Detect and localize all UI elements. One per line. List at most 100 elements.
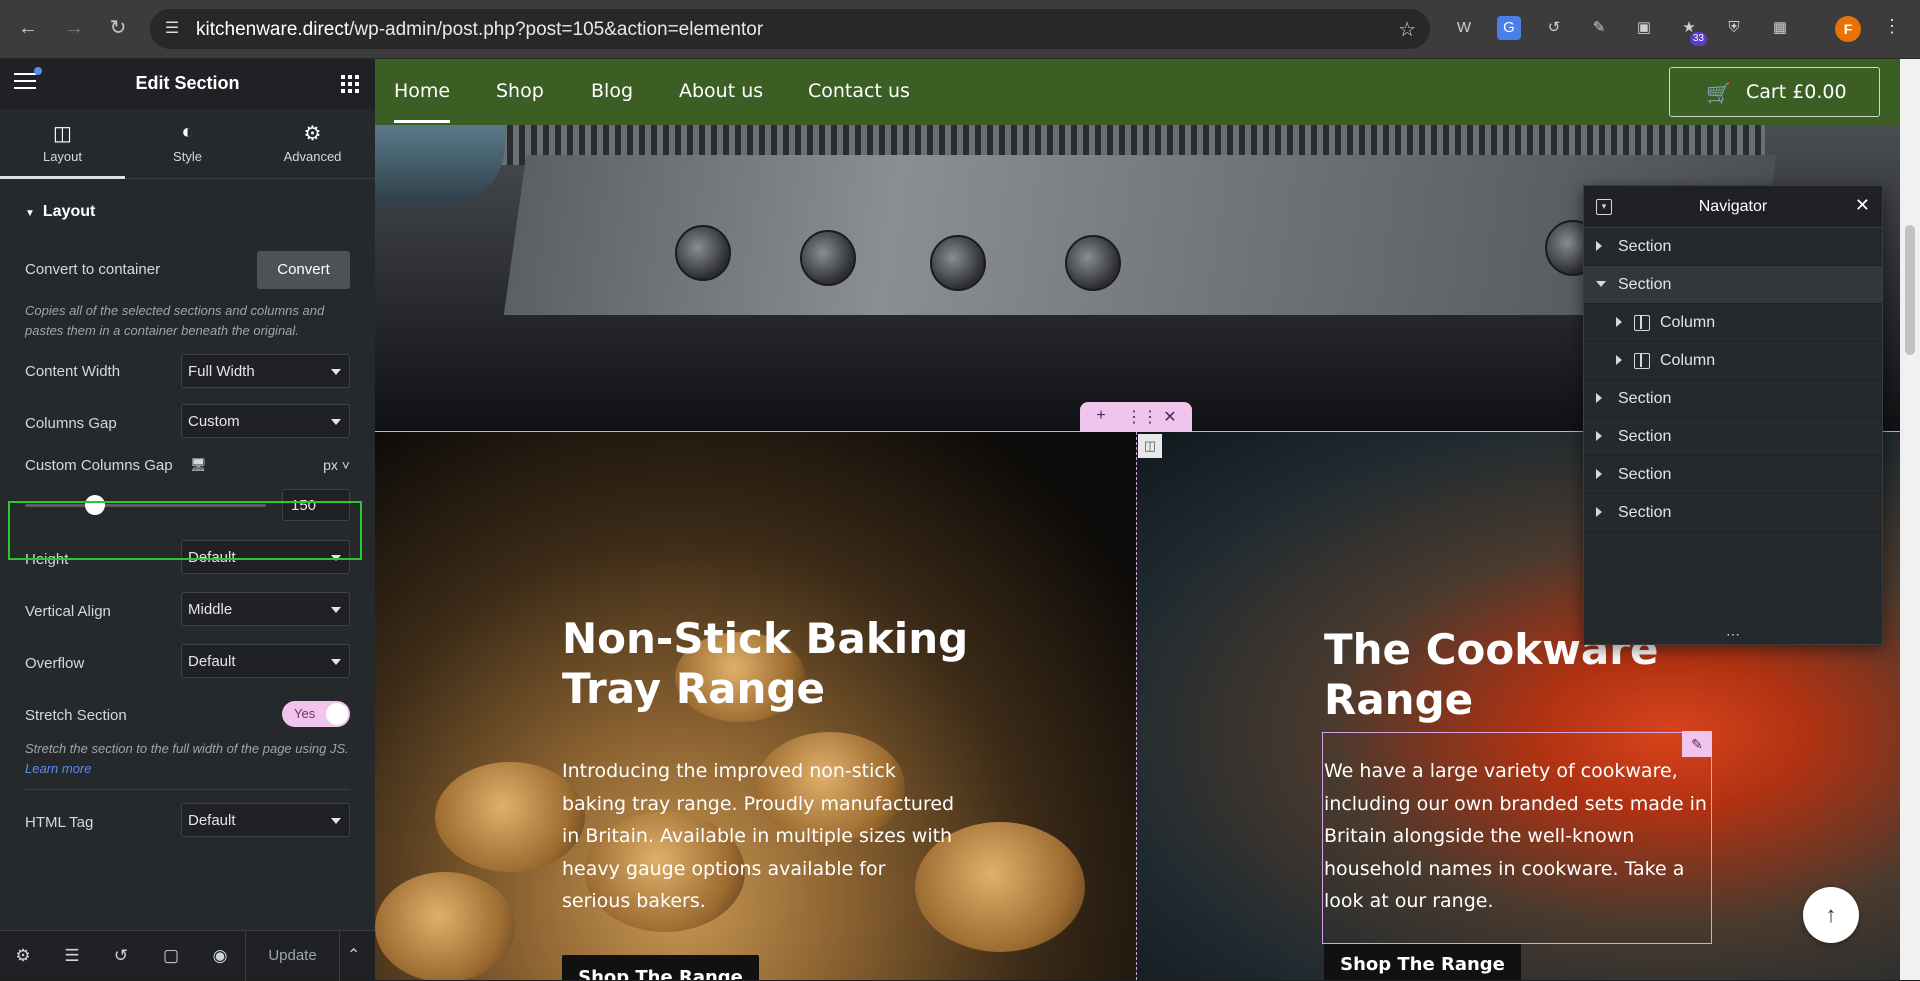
panel-body: ▼ Layout Convert to container Convert Cop… bbox=[0, 179, 375, 876]
preview-eye-icon[interactable]: ◉ bbox=[209, 945, 231, 967]
close-icon[interactable]: ✕ bbox=[1855, 195, 1870, 216]
translate-extension-icon[interactable]: G bbox=[1497, 16, 1521, 40]
vertical-align-control: Vertical Align Middle bbox=[25, 585, 350, 637]
scrollbar-thumb[interactable] bbox=[1905, 225, 1915, 355]
caret-right-icon[interactable] bbox=[1596, 241, 1602, 251]
address-bar[interactable]: ☰ kitchenware.direct/wp-admin/post.php?p… bbox=[150, 9, 1430, 49]
caret-right-icon[interactable] bbox=[1596, 469, 1602, 479]
overflow-control: Overflow Default bbox=[25, 637, 350, 689]
unit-selector[interactable]: px ˅ bbox=[323, 457, 350, 473]
navigator-row-column[interactable]: Column bbox=[1584, 342, 1882, 380]
navigator-row-label: Section bbox=[1618, 238, 1672, 255]
content-width-select[interactable]: Full Width bbox=[181, 354, 350, 388]
navigator-row-section[interactable]: Section bbox=[1584, 228, 1882, 266]
caret-right-icon[interactable] bbox=[1616, 317, 1622, 327]
text-widget-outline bbox=[1322, 732, 1712, 944]
nav-about[interactable]: About us bbox=[679, 80, 763, 102]
nav-home[interactable]: Home bbox=[394, 80, 451, 123]
content-width-label: Content Width bbox=[25, 363, 121, 380]
caret-down-icon: ▼ bbox=[25, 208, 35, 219]
nav-shop[interactable]: Shop bbox=[496, 80, 544, 102]
html-tag-select[interactable]: Default bbox=[181, 803, 350, 837]
elementor-panel: Edit Section ◫ Layout ◐ Style ⚙ Advanced… bbox=[0, 59, 375, 981]
color-picker-extension-icon[interactable]: ✎ bbox=[1587, 16, 1611, 40]
navigator-row-label: Section bbox=[1618, 390, 1672, 407]
overflow-select[interactable]: Default bbox=[181, 644, 350, 678]
baking-heading[interactable]: Non-Stick Baking Tray Range bbox=[562, 614, 982, 714]
widget-edit-pencil-icon[interactable]: ✎ bbox=[1682, 731, 1712, 757]
delete-section-icon[interactable]: ✕ bbox=[1160, 407, 1180, 427]
browser-toolbar: ← → ↻ ☰ kitchenware.direct/wp-admin/post… bbox=[0, 0, 1920, 59]
caret-right-icon[interactable] bbox=[1596, 507, 1602, 517]
convert-label: Convert to container bbox=[25, 261, 161, 278]
profile-avatar[interactable]: F bbox=[1835, 16, 1861, 42]
back-icon[interactable]: ← bbox=[14, 14, 42, 42]
chevron-up-icon[interactable]: ⌃ bbox=[347, 945, 360, 965]
wordpress-extension-icon[interactable]: W bbox=[1452, 16, 1476, 40]
tab-layout[interactable]: ◫ Layout bbox=[0, 109, 125, 179]
history-icon[interactable]: ↺ bbox=[110, 945, 132, 967]
back-to-top-button[interactable]: ↑ bbox=[1803, 887, 1859, 943]
reload-icon[interactable]: ↻ bbox=[104, 14, 132, 42]
widgets-grid-icon[interactable] bbox=[341, 75, 359, 93]
navigator-title: Navigator bbox=[1698, 198, 1768, 215]
caret-right-icon[interactable] bbox=[1596, 393, 1602, 403]
panel-footer: ⚙ ☰ ↺ ▢ ◉ Update ⌃ bbox=[0, 930, 375, 981]
navigator-row-section[interactable]: Section bbox=[1584, 494, 1882, 532]
shield-extension-icon[interactable]: ⛨ bbox=[1722, 16, 1746, 40]
navigator-layers-icon[interactable]: ☰ bbox=[61, 945, 83, 967]
caret-right-icon[interactable] bbox=[1596, 431, 1602, 441]
settings-gear-icon[interactable]: ⚙ bbox=[12, 945, 34, 967]
convert-button[interactable]: Convert bbox=[257, 251, 350, 289]
shop-cookware-button[interactable]: Shop The Range bbox=[1324, 943, 1521, 980]
stretch-control: Stretch Section Yes Stretch the section … bbox=[25, 689, 350, 789]
sync-extension-icon[interactable]: ↺ bbox=[1542, 16, 1566, 40]
layout-section-toggle[interactable]: ▼ Layout bbox=[25, 179, 350, 239]
forward-icon[interactable]: → bbox=[60, 14, 88, 42]
html-tag-control: HTML Tag Default bbox=[25, 796, 350, 848]
cart-button[interactable]: 🛒 Cart £0.00 bbox=[1669, 67, 1880, 117]
site-header-nav: Home Shop Blog About us Contact us 🛒 Car… bbox=[375, 59, 1900, 125]
navigator-tree: Section Section Column Column Section Section… bbox=[1584, 228, 1882, 532]
caret-right-icon[interactable] bbox=[1616, 355, 1622, 365]
bookmark-star-icon[interactable]: ☆ bbox=[1398, 17, 1416, 42]
vertical-align-select[interactable]: Middle bbox=[181, 592, 350, 626]
column-edit-icon[interactable]: ◫ bbox=[1138, 434, 1162, 458]
browser-menu-icon[interactable]: ⋮ bbox=[1880, 16, 1904, 37]
baking-text[interactable]: Introducing the improved non-stick bakin… bbox=[562, 755, 957, 918]
navigator-row-column[interactable]: Column bbox=[1584, 304, 1882, 342]
navigator-row-section[interactable]: Section bbox=[1584, 266, 1882, 304]
navigator-row-section[interactable]: Section bbox=[1584, 380, 1882, 418]
page-scrollbar[interactable] bbox=[1900, 59, 1920, 980]
add-section-icon[interactable]: + bbox=[1091, 407, 1111, 425]
puzzle-extensions-icon[interactable]: ▦ bbox=[1768, 16, 1792, 40]
oven-knob bbox=[675, 225, 731, 281]
navigator-header: ▾ Navigator ✕ bbox=[1584, 186, 1882, 228]
section-handle: + ⋮⋮ ✕ bbox=[1080, 402, 1192, 432]
custom-gap-label: Custom Columns Gap bbox=[25, 457, 173, 474]
wizard-extension-icon[interactable]: ★ 33 bbox=[1677, 16, 1707, 46]
responsive-monitor-icon[interactable]: 🖥 bbox=[190, 457, 207, 473]
stretch-help: Stretch the section to the full width of… bbox=[25, 741, 349, 776]
stretch-toggle[interactable]: Yes bbox=[282, 701, 350, 727]
oven-knob bbox=[800, 230, 856, 286]
panel-tabs: ◫ Layout ◐ Style ⚙ Advanced bbox=[0, 109, 375, 179]
update-button[interactable]: Update bbox=[245, 931, 340, 981]
screen-capture-extension-icon[interactable]: ▣ bbox=[1632, 16, 1656, 40]
navigator-row-section[interactable]: Section bbox=[1584, 418, 1882, 456]
shop-baking-button[interactable]: Shop The Range bbox=[562, 955, 759, 980]
nav-blog[interactable]: Blog bbox=[591, 80, 633, 102]
caret-down-icon[interactable] bbox=[1596, 281, 1606, 287]
nav-contact[interactable]: Contact us bbox=[808, 80, 910, 102]
drag-section-icon[interactable]: ⋮⋮ bbox=[1126, 407, 1158, 427]
stretch-label: Stretch Section bbox=[25, 707, 127, 724]
navigator-row-section[interactable]: Section bbox=[1584, 456, 1882, 494]
tab-style[interactable]: ◐ Style bbox=[125, 109, 250, 178]
layout-icon: ◫ bbox=[53, 123, 72, 145]
tab-advanced[interactable]: ⚙ Advanced bbox=[250, 109, 375, 178]
responsive-mode-icon[interactable]: ▢ bbox=[160, 945, 182, 967]
resize-handle-icon[interactable]: ⋯ bbox=[1584, 627, 1882, 644]
columns-gap-select[interactable]: Custom bbox=[181, 404, 350, 438]
learn-more-link[interactable]: Learn more bbox=[25, 761, 91, 776]
site-info-icon[interactable]: ☰ bbox=[162, 19, 182, 39]
